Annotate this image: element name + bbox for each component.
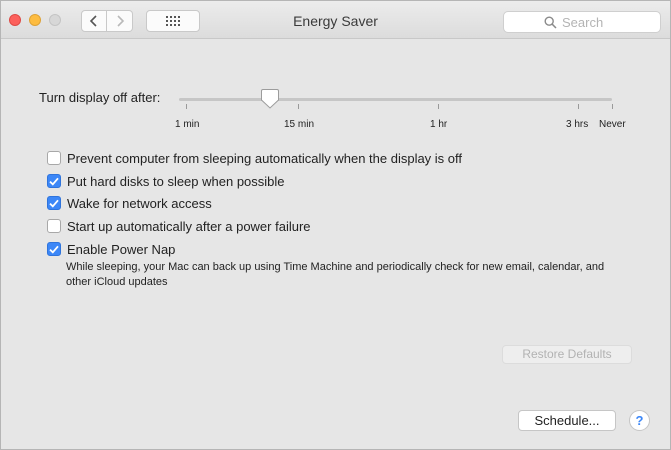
option-disk-sleep[interactable]: Put hard disks to sleep when possible [47,172,285,190]
schedule-button[interactable]: Schedule... [518,410,616,431]
restore-defaults-button[interactable]: Restore Defaults [502,345,632,364]
search-field[interactable] [503,11,661,33]
energy-saver-window: Energy Saver Turn display off after: 1 m… [0,0,671,450]
tick-label-never: Never [599,119,626,130]
option-label: Enable Power Nap [67,241,176,257]
slider-tick [612,104,613,109]
power-nap-description: While sleeping, your Mac can back up usi… [66,261,605,288]
content-pane: Turn display off after: 1 min 15 min 1 h… [1,39,670,449]
checkbox-auto-startup[interactable] [47,219,61,233]
checkbox-prevent-sleep[interactable] [47,151,61,165]
tick-label-3-hrs: 3 hrs [566,119,589,130]
checkmark-icon [49,199,59,208]
search-input[interactable] [562,14,656,30]
option-auto-startup[interactable]: Start up automatically after a power fai… [47,217,311,235]
search-icon [544,16,557,29]
checkmark-icon [49,245,59,254]
tick-label-1-hr: 1 hr [430,119,448,130]
checkbox-power-nap[interactable] [47,242,61,256]
option-power-nap[interactable]: Enable Power Nap [47,240,175,258]
title-bar: Energy Saver [1,1,670,39]
slider-tick [186,104,187,109]
option-label: Put hard disks to sleep when possible [67,173,285,189]
option-prevent-sleep[interactable]: Prevent computer from sleeping automatic… [47,149,462,167]
slider-tick [578,104,579,109]
display-sleep-label: Turn display off after: [39,90,161,105]
option-label: Wake for network access [67,195,212,211]
checkbox-disk-sleep[interactable] [47,174,61,188]
option-wake-network[interactable]: Wake for network access [47,194,212,212]
slider-tick [298,104,299,109]
help-button[interactable]: ? [629,410,650,431]
checkmark-icon [49,177,59,186]
tick-label-15-min: 15 min [284,119,315,130]
option-label: Prevent computer from sleeping automatic… [67,150,463,166]
tick-label-1-min: 1 min [175,119,200,130]
display-sleep-slider-thumb[interactable] [260,88,280,110]
option-label: Start up automatically after a power fai… [67,218,311,234]
display-sleep-slider-track[interactable] [179,98,612,101]
checkbox-wake-network[interactable] [47,196,61,210]
slider-tick [438,104,439,109]
